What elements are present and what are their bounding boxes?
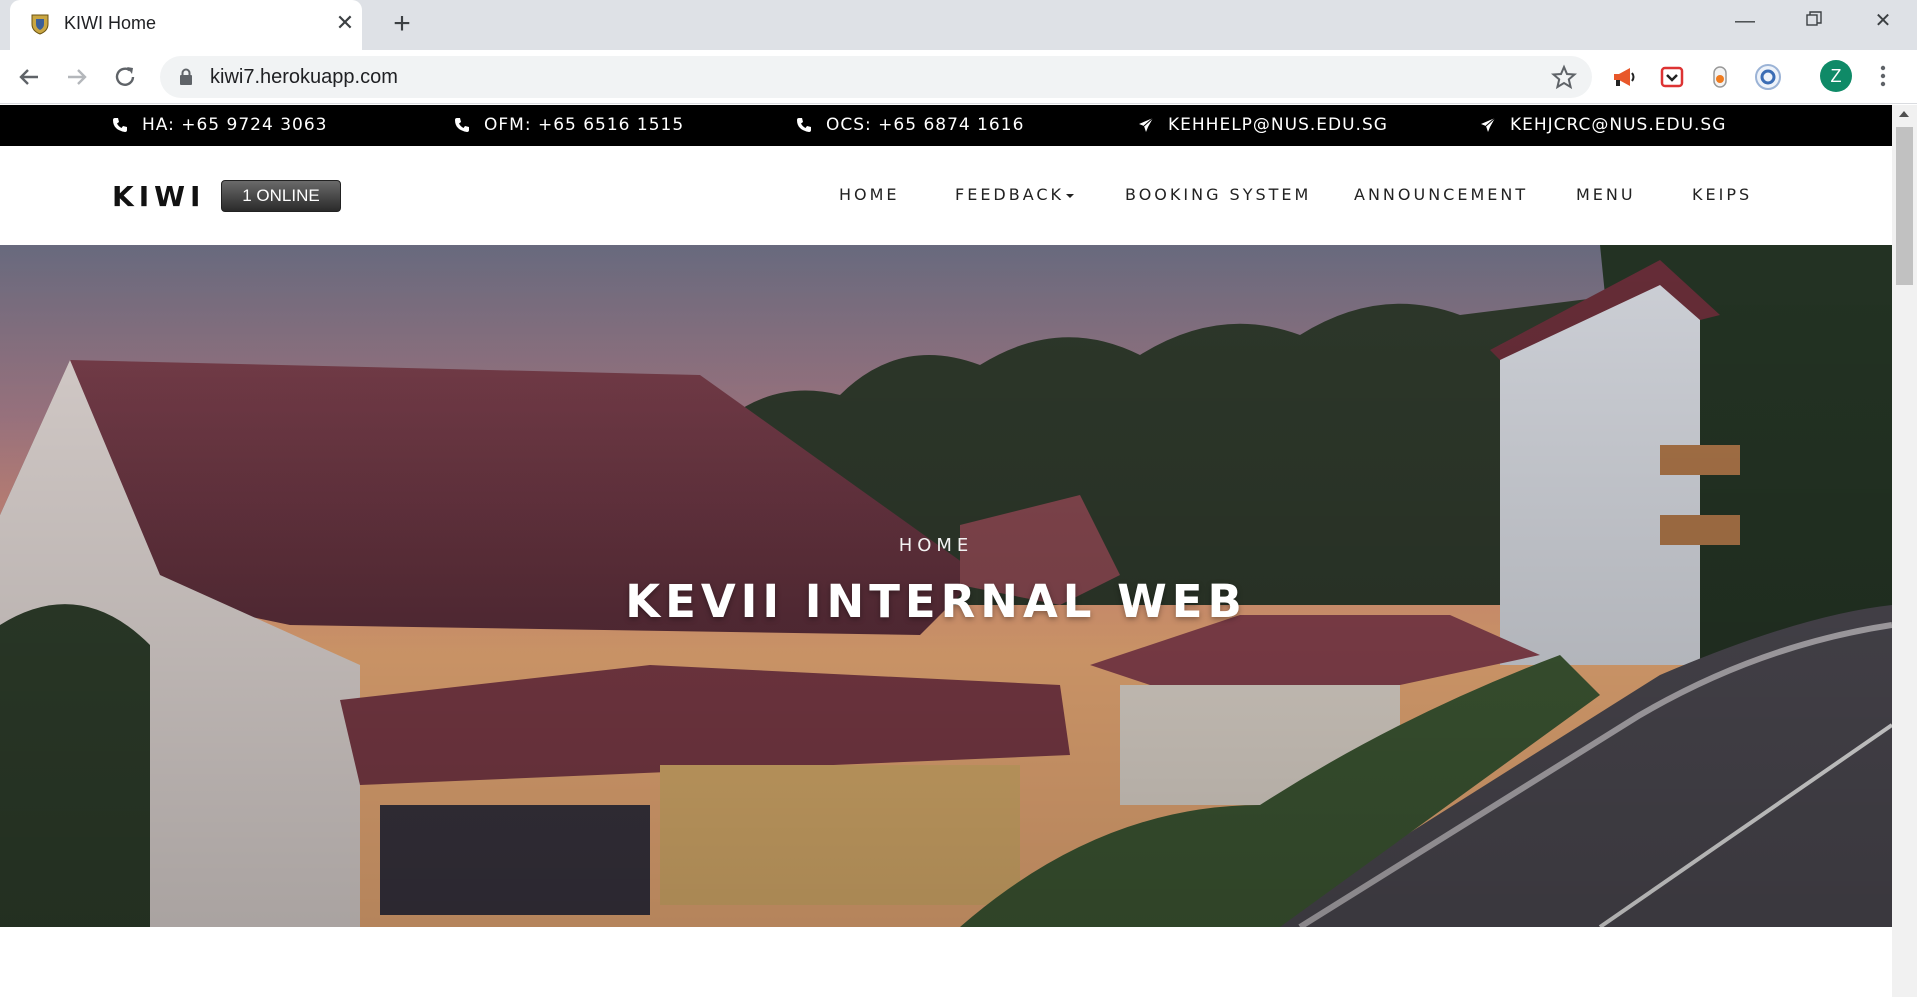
site-brand[interactable]: KIWI [112,180,205,213]
contact-label: OCS: +65 6874 1616 [826,115,1025,135]
contact-ha: HA: +65 9724 3063 [112,115,327,135]
scrollbar-thumb[interactable] [1896,127,1913,285]
browser-toolbar: kiwi7.herokuapp.com [0,50,1917,104]
paper-plane-icon [1481,117,1496,132]
bookmark-star-icon[interactable] [1550,63,1578,91]
paper-plane-icon [1139,117,1154,132]
hero-subtitle: HOME [898,535,974,556]
nav-item-label: FEEDBACK [955,185,1065,204]
megaphone-extension-icon[interactable] [1610,63,1638,91]
contact-label: OFM: +65 6516 1515 [484,115,685,135]
pocket-extension-icon[interactable] [1658,63,1686,91]
reload-icon[interactable] [108,60,142,94]
scroll-up-arrow-icon[interactable] [1899,111,1909,117]
contact-email-help[interactable]: KEHHELP@NUS.EDU.SG [1138,115,1388,135]
window-minimize-button[interactable]: — [1725,6,1765,36]
window-close-button[interactable]: ✕ [1863,6,1903,36]
nav-item-keips[interactable]: KEIPS [1692,185,1752,204]
crest-favicon-icon [31,14,49,35]
hero-banner: HOME KEVII INTERNAL WEB [0,245,1892,927]
nav-item-menu[interactable]: MENU [1576,185,1636,204]
window-restore-button[interactable] [1794,6,1834,36]
hero-title: KEVII INTERNAL WEB [625,575,1247,628]
circle-extension-icon[interactable] [1754,63,1782,91]
nav-item-announcement[interactable]: ANNOUNCEMENT [1354,185,1528,204]
restore-icon [1806,11,1822,26]
online-count-badge: 1 ONLINE [221,180,341,212]
nav-item-home[interactable]: HOME [839,185,900,204]
profile-avatar[interactable]: Z [1820,60,1852,92]
new-tab-button[interactable]: + [386,8,418,40]
contact-ocs: OCS: +65 6874 1616 [796,115,1024,135]
phone-icon [113,118,127,132]
nav-item-booking-system[interactable]: BOOKING SYSTEM [1125,185,1311,204]
url-text: kiwi7.herokuapp.com [210,66,398,88]
phone-icon [797,118,811,132]
contact-label: KEHHELP@NUS.EDU.SG [1168,115,1388,135]
contact-bar: HA: +65 9724 3063 OFM: +65 6516 1515 OCS… [0,105,1892,146]
nav-item-feedback[interactable]: FEEDBACK [955,185,1075,204]
address-bar[interactable]: kiwi7.herokuapp.com [160,56,1592,98]
forward-arrow-icon[interactable] [60,60,94,94]
lock-icon [180,68,192,85]
page-viewport: HA: +65 9724 3063 OFM: +65 6516 1515 OCS… [0,105,1892,997]
contact-label: HA: +65 9724 3063 [142,115,328,135]
tab-title: KIWI Home [64,13,157,33]
pill-extension-icon[interactable] [1706,63,1734,91]
contact-email-jcrc[interactable]: KEHJCRC@NUS.EDU.SG [1480,115,1726,135]
page-scrollbar[interactable] [1892,105,1917,997]
dropdown-caret-icon [1066,193,1075,198]
contact-ofm: OFM: +65 6516 1515 [454,115,684,135]
browser-tab[interactable]: KIWI Home ✕ [10,0,362,50]
tab-close-icon[interactable]: ✕ [332,10,358,36]
browser-tab-strip: KIWI Home ✕ + — ✕ [0,0,1917,50]
site-navbar: KIWI 1 ONLINE HOME FEEDBACK BOOKING SYST… [0,146,1892,245]
contact-label: KEHJCRC@NUS.EDU.SG [1510,115,1727,135]
back-arrow-icon[interactable] [12,60,46,94]
phone-icon [455,118,469,132]
browser-menu-icon[interactable] [1870,62,1896,90]
